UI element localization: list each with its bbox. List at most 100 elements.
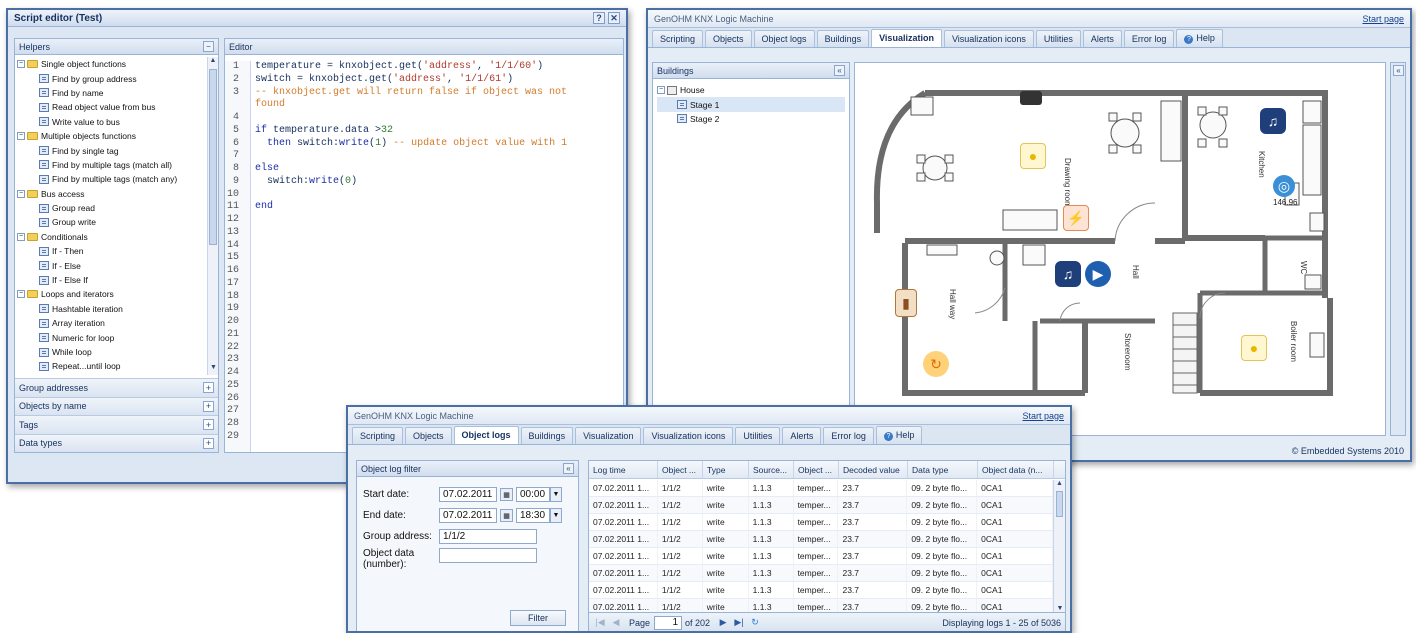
tab-scripting[interactable]: Scripting xyxy=(652,30,704,47)
tab-objects[interactable]: Objects xyxy=(405,427,452,444)
filter-button[interactable]: Filter xyxy=(510,610,566,626)
music-note-icon[interactable]: ♫ xyxy=(1055,261,1081,287)
tab-help[interactable]: ? Help xyxy=(875,426,923,444)
start-page-link[interactable]: Start page xyxy=(1362,14,1404,24)
refresh-icon[interactable]: ↻ xyxy=(923,351,949,377)
building-node[interactable]: Stage 1 xyxy=(657,97,845,112)
page-input[interactable]: 1 xyxy=(654,615,683,630)
expand-icon[interactable]: + xyxy=(203,382,214,394)
tab-object-logs[interactable]: Object logs xyxy=(753,30,815,47)
calendar-icon[interactable]: ▦ xyxy=(500,488,513,501)
tab-objects[interactable]: Objects xyxy=(705,30,752,47)
tree-folder[interactable]: − Multiple objects functions xyxy=(17,129,207,143)
table-row[interactable]: 07.02.2011 1... 1/1/2 write 1.1.3 temper... 2… xyxy=(589,497,1053,514)
collapse-icon[interactable]: − xyxy=(17,290,25,299)
table-row[interactable]: 07.02.2011 1... 1/1/2 write 1.1.3 temper... 2… xyxy=(589,565,1053,582)
tab-visualization-icons[interactable]: Visualization icons xyxy=(643,427,734,444)
start-page-link[interactable]: Start page xyxy=(1022,411,1064,421)
column-header[interactable]: Source... xyxy=(749,461,794,478)
music-note-icon[interactable]: ♫ xyxy=(1260,108,1286,134)
tree-item[interactable]: Numeric for loop xyxy=(17,330,207,344)
play-icon[interactable]: ▶ xyxy=(1085,261,1111,287)
tab-object-logs[interactable]: Object logs xyxy=(453,426,519,444)
tab-alerts[interactable]: Alerts xyxy=(1082,30,1122,47)
helpers-scrollbar[interactable]: ▲ ▼ xyxy=(207,57,218,375)
refresh-icon[interactable]: ↻ xyxy=(748,616,762,630)
expand-icon[interactable]: + xyxy=(203,437,214,449)
collapse-icon[interactable]: − xyxy=(203,41,214,52)
expand-icon[interactable]: + xyxy=(203,400,214,412)
scroll-down-icon[interactable]: ▼ xyxy=(208,364,219,375)
first-page-icon[interactable]: |◀ xyxy=(593,616,607,630)
help-button[interactable]: ? xyxy=(593,12,605,24)
last-page-icon[interactable]: ▶| xyxy=(732,616,746,630)
tree-item[interactable]: If - Else If xyxy=(17,273,207,287)
collapse-icon[interactable]: − xyxy=(17,232,25,241)
column-header[interactable]: Decoded value xyxy=(839,461,908,478)
tab-utilities[interactable]: Utilities xyxy=(1035,30,1081,47)
start-time-input[interactable]: 00:00 xyxy=(516,487,550,502)
building-node[interactable]: − House xyxy=(657,83,845,97)
tree-folder[interactable]: − Conditionals xyxy=(17,230,207,244)
lamp-icon[interactable]: ● xyxy=(1241,335,1267,361)
end-time-input[interactable]: 18:30 xyxy=(516,508,550,523)
tab-utilities[interactable]: Utilities xyxy=(735,427,781,444)
calendar-icon[interactable]: ▦ xyxy=(500,509,513,522)
table-row[interactable]: 07.02.2011 1... 1/1/2 write 1.1.3 temper... 2… xyxy=(589,548,1053,565)
tab-error-log[interactable]: Error log xyxy=(823,427,874,444)
tab-error-log[interactable]: Error log xyxy=(1123,30,1175,47)
tab-alerts[interactable]: Alerts xyxy=(782,427,822,444)
tab-visualization[interactable]: Visualization xyxy=(871,29,942,47)
collapse-left-icon[interactable]: « xyxy=(563,463,574,474)
accordion-item[interactable]: Tags + xyxy=(15,415,218,434)
tab-buildings[interactable]: Buildings xyxy=(816,30,870,47)
tree-item[interactable]: Find by group address xyxy=(17,71,207,85)
door-icon[interactable]: ▮ xyxy=(895,289,917,317)
tree-item[interactable]: Array iteration xyxy=(17,316,207,330)
code-area[interactable]: 1 2 3 4 5 6 7 8 9 10 11 12 13 14 15 16 17 18 19 20 21 22 23 24 2… xyxy=(225,57,623,452)
collapse-icon[interactable]: − xyxy=(657,86,665,95)
expand-icon[interactable]: + xyxy=(203,419,214,431)
tree-item[interactable]: If - Else xyxy=(17,258,207,272)
scroll-up-icon[interactable]: ▲ xyxy=(208,57,218,68)
projector-icon[interactable] xyxy=(1020,91,1042,105)
collapse-icon[interactable]: − xyxy=(17,132,25,141)
table-row[interactable]: 07.02.2011 1... 1/1/2 write 1.1.3 temper... 2… xyxy=(589,514,1053,531)
column-header[interactable]: Object ... xyxy=(794,461,839,478)
tree-item[interactable]: Read object value from bus xyxy=(17,100,207,114)
thermostat-icon[interactable]: ◎ xyxy=(1273,175,1295,197)
tree-item[interactable]: Find by single tag xyxy=(17,143,207,157)
tree-folder[interactable]: − Single object functions xyxy=(17,57,207,71)
tree-item[interactable]: If - Then xyxy=(17,244,207,258)
next-page-icon[interactable]: ▶ xyxy=(716,616,730,630)
accordion-item[interactable]: Data types + xyxy=(15,433,218,452)
tab-scripting[interactable]: Scripting xyxy=(352,427,404,444)
lamp-icon[interactable]: ● xyxy=(1020,143,1046,169)
code-text[interactable]: temperature = knxobject.get('address', '… xyxy=(251,61,623,452)
tree-item[interactable]: While loop xyxy=(17,345,207,359)
table-row[interactable]: 07.02.2011 1... 1/1/2 write 1.1.3 temper... 2… xyxy=(589,582,1053,599)
tree-item[interactable]: Find by name xyxy=(17,86,207,100)
tree-item[interactable]: Find by multiple tags (match any) xyxy=(17,172,207,186)
table-row[interactable]: 07.02.2011 1... 1/1/2 write 1.1.3 temper... 2… xyxy=(589,480,1053,497)
column-header[interactable]: Type xyxy=(703,461,749,478)
group-address-input[interactable]: 1/1/2 xyxy=(439,529,537,544)
scroll-up-icon[interactable]: ▲ xyxy=(1054,480,1065,487)
tree-item[interactable]: Write value to bus xyxy=(17,115,207,129)
chevron-down-icon[interactable]: ▼ xyxy=(550,508,562,523)
column-header[interactable]: Log time xyxy=(589,461,658,478)
tab-visualization[interactable]: Visualization xyxy=(575,427,642,444)
table-row[interactable]: 07.02.2011 1... 1/1/2 write 1.1.3 temper... 2… xyxy=(589,531,1053,548)
end-date-input[interactable]: 07.02.2011 xyxy=(439,508,497,523)
prev-page-icon[interactable]: ◀ xyxy=(609,616,623,630)
tab-buildings[interactable]: Buildings xyxy=(520,427,574,444)
collapse-left-icon[interactable]: « xyxy=(834,65,845,76)
column-header[interactable]: Object data (n... xyxy=(978,461,1054,478)
tree-item[interactable]: Group write xyxy=(17,215,207,229)
accordion-item[interactable]: Objects by name + xyxy=(15,396,218,415)
close-button[interactable]: ✕ xyxy=(608,12,620,24)
tab-visualization-icons[interactable]: Visualization icons xyxy=(943,30,1034,47)
collapse-icon[interactable]: − xyxy=(17,60,25,69)
expand-right-icon[interactable]: « xyxy=(1393,65,1404,76)
column-header[interactable]: Object ... xyxy=(658,461,703,478)
